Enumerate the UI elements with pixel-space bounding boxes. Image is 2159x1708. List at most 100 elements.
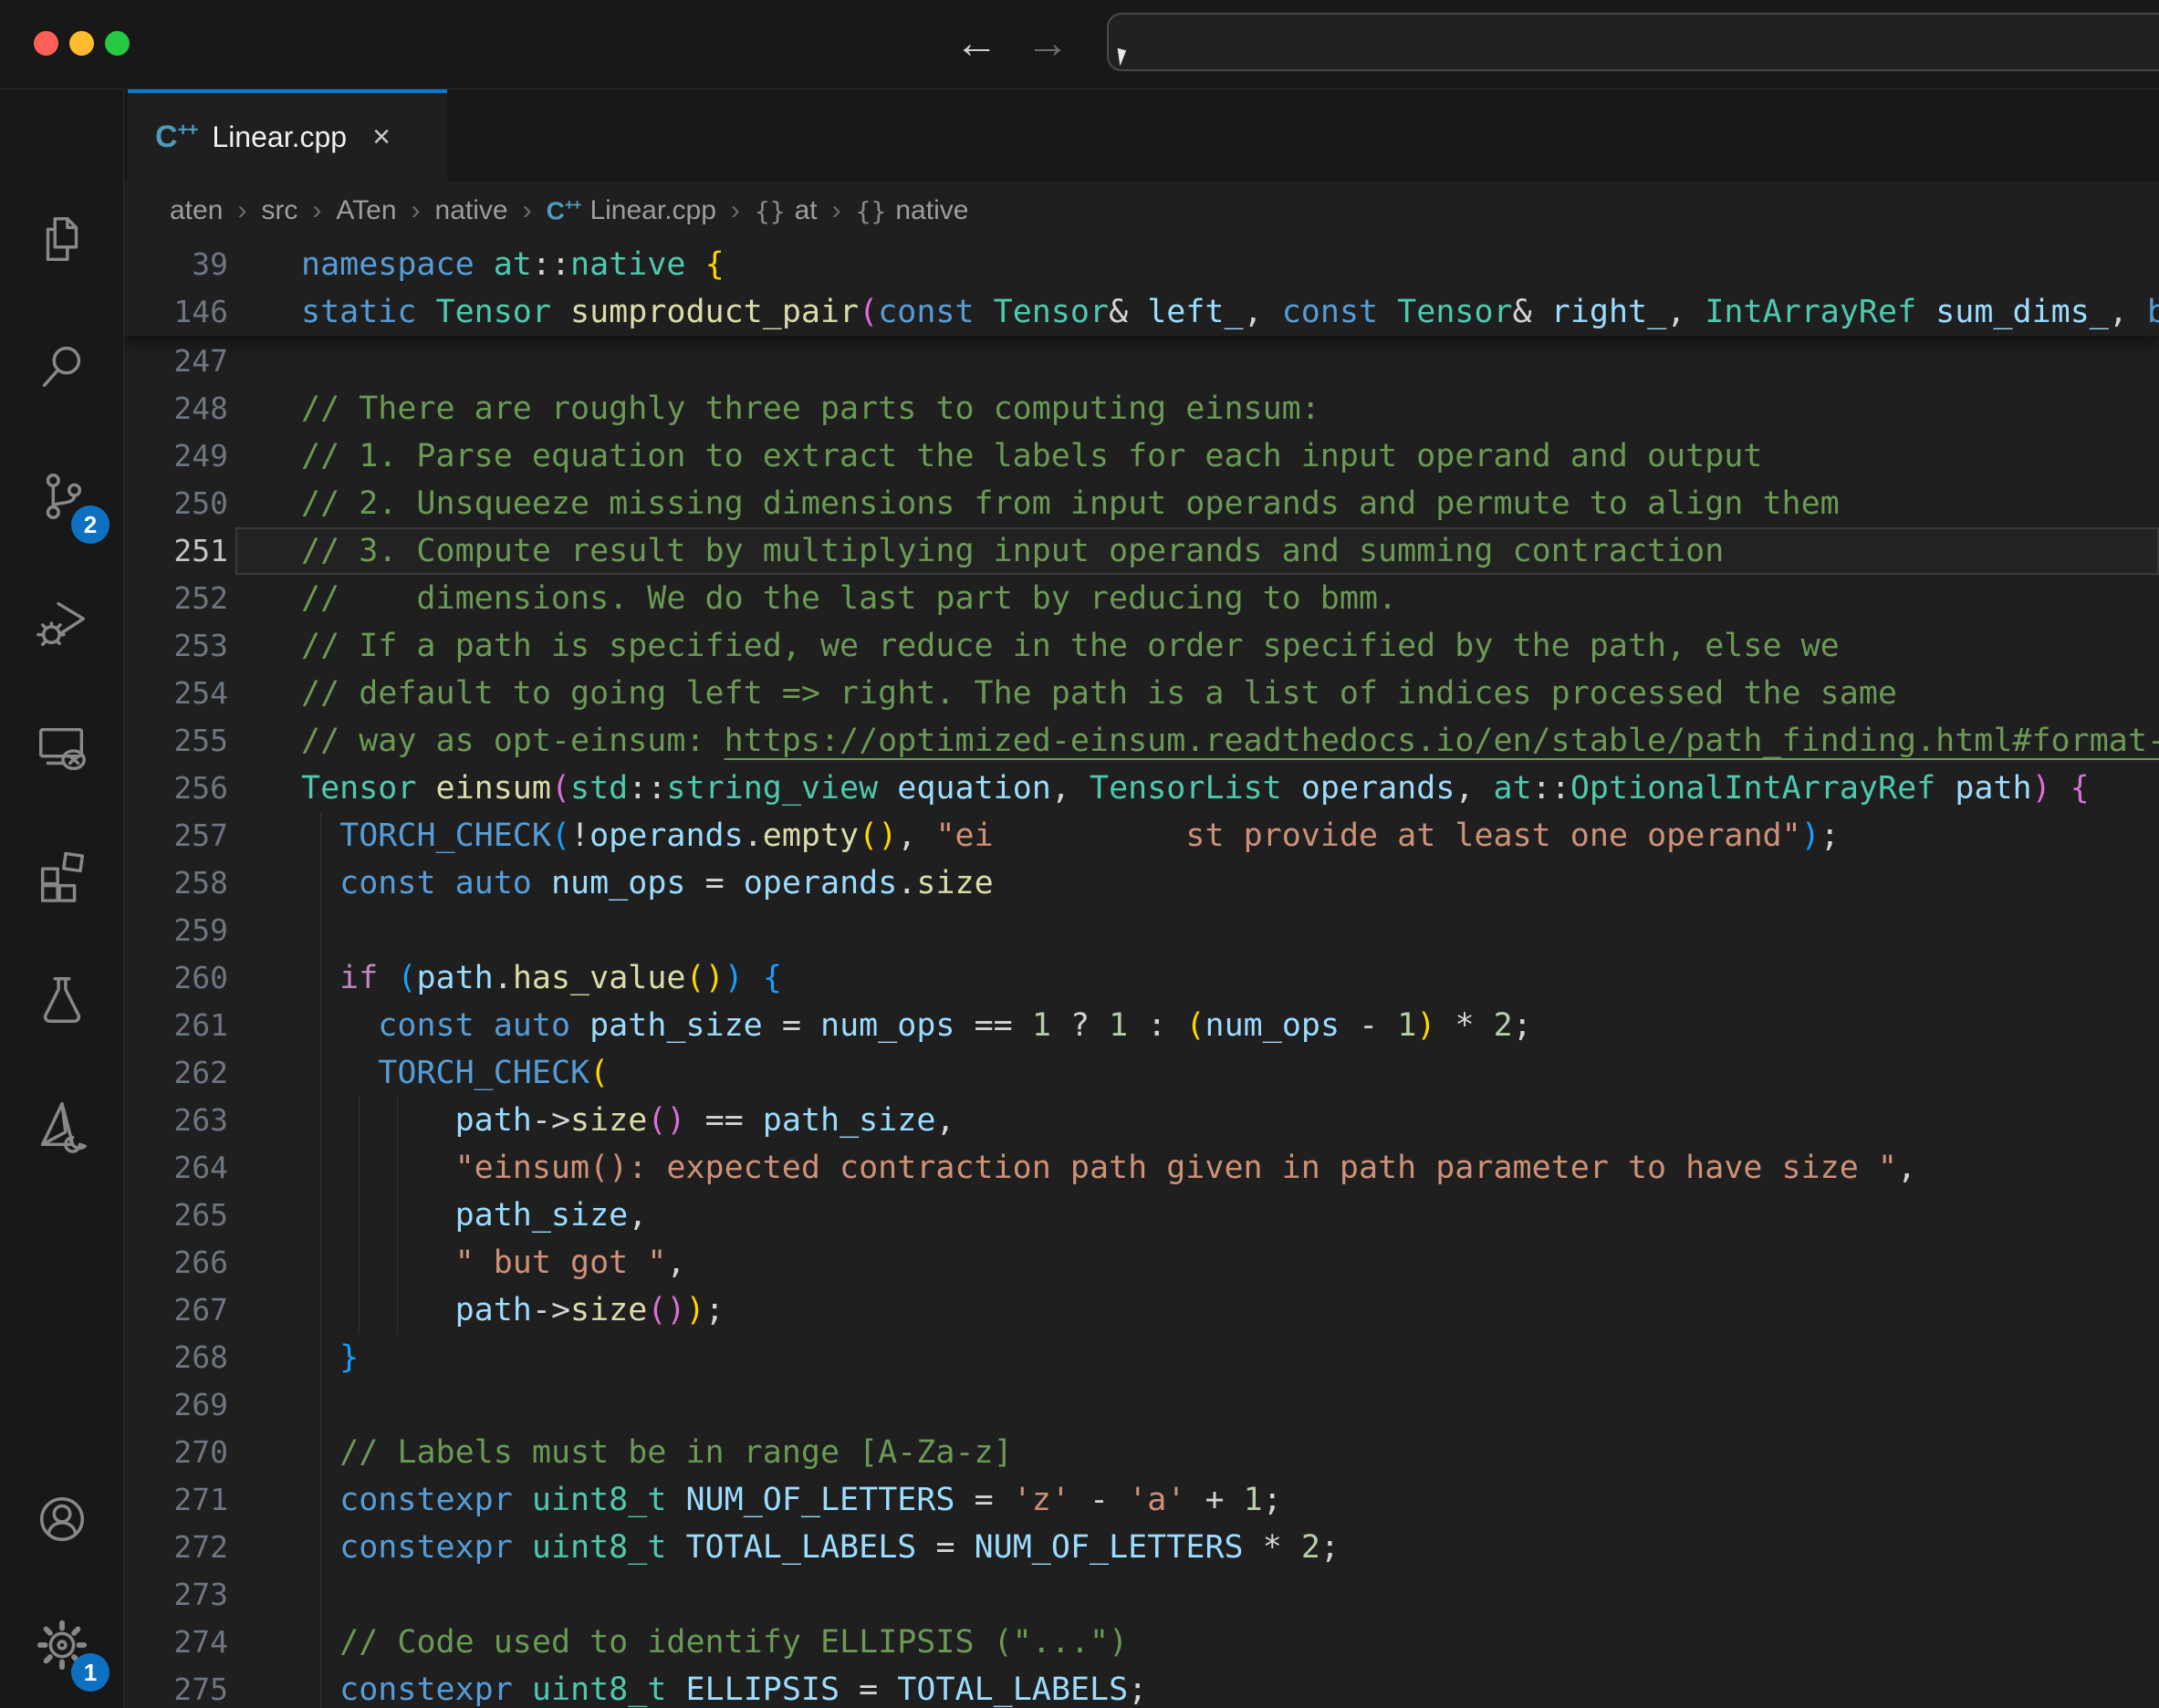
activity-cmake-icon[interactable]	[0, 1075, 124, 1175]
breadcrumb-label: at	[795, 195, 818, 226]
code-line[interactable]: 264 "einsum(): expected contraction path…	[124, 1144, 2159, 1192]
code-line[interactable]: 262 TORCH_CHECK(	[124, 1049, 2159, 1097]
code-text: constexpr uint8_t NUM_OF_LETTERS = 'z' -…	[228, 1476, 2159, 1524]
code-line[interactable]: 272 constexpr uint8_t TOTAL_LABELS = NUM…	[124, 1524, 2159, 1571]
extensions-icon	[34, 846, 90, 902]
code-line[interactable]: 39namespace at::native {	[124, 241, 2159, 288]
indent-guide	[320, 1144, 321, 1192]
code-line[interactable]: 256Tensor einsum(std::string_view equati…	[124, 765, 2159, 812]
indent-guide	[320, 954, 321, 1002]
indent-guide	[320, 907, 321, 954]
code-line[interactable]: 267 path->size());	[124, 1286, 2159, 1334]
code-text	[228, 338, 2159, 385]
breadcrumb-item-aten[interactable]: ATen	[336, 195, 396, 226]
code-text: namespace at::native {	[228, 241, 2159, 288]
indent-guide	[320, 1381, 321, 1429]
line-number: 258	[124, 859, 228, 907]
indent-guide	[320, 1476, 321, 1524]
breadcrumb-item-at[interactable]: {}at	[755, 195, 818, 226]
activity-settings-gear-icon[interactable]: 1	[0, 1595, 124, 1695]
indent-guide	[397, 1239, 398, 1286]
symbol-namespace-icon: {}	[856, 196, 887, 226]
tab-label: Linear.cpp	[212, 120, 347, 154]
tab-linear-cpp[interactable]: C++ Linear.cpp ×	[128, 89, 447, 182]
breadcrumb-separator-icon: ›	[237, 195, 246, 226]
code-text: if (path.has_value()) {	[228, 954, 2159, 1002]
code-text: const auto num_ops = operands.size	[228, 859, 2159, 907]
activity-search-icon[interactable]	[0, 316, 124, 416]
code-line[interactable]: 247	[124, 338, 2159, 385]
code-line[interactable]: 258 const auto num_ops = operands.size	[124, 859, 2159, 907]
navigate-forward-icon[interactable]: →	[1020, 16, 1075, 71]
code-line[interactable]: 265 path_size,	[124, 1192, 2159, 1239]
code-line[interactable]: 252// dimensions. We do the last part by…	[124, 575, 2159, 622]
command-center-search-input[interactable]	[1107, 13, 2159, 71]
line-number: 274	[124, 1619, 228, 1666]
code-text: static Tensor sumproduct_pair(const Tens…	[228, 288, 2159, 336]
code-line[interactable]: 261 const auto path_size = num_ops == 1 …	[124, 1002, 2159, 1049]
activity-remote-explorer-icon[interactable]	[0, 699, 124, 799]
breadcrumb-item-native[interactable]: {} native	[856, 195, 969, 226]
zoom-window-button[interactable]	[105, 31, 130, 56]
code-line[interactable]: 260 if (path.has_value()) {	[124, 954, 2159, 1002]
breadcrumb-item-native[interactable]: native	[435, 195, 508, 226]
testing-icon	[34, 972, 90, 1028]
code-line[interactable]: 248// There are roughly three parts to c…	[124, 385, 2159, 432]
activity-explorer-icon[interactable]	[0, 190, 124, 290]
code-text: TORCH_CHECK(	[228, 1049, 2159, 1097]
minimize-window-button[interactable]	[69, 31, 94, 56]
breadcrumb-item-src[interactable]: src	[261, 195, 297, 226]
code-text: // dimensions. We do the last part by re…	[228, 575, 2159, 622]
code-line[interactable]: 263 path->size() == path_size,	[124, 1097, 2159, 1144]
breadcrumb-item-aten[interactable]: aten	[170, 195, 223, 226]
activity-run-debug-icon[interactable]	[0, 573, 124, 673]
code-line[interactable]: 271 constexpr uint8_t NUM_OF_LETTERS = '…	[124, 1476, 2159, 1524]
code-text	[228, 1571, 2159, 1619]
line-number: 267	[124, 1286, 228, 1334]
line-number: 146	[124, 288, 228, 336]
code-line[interactable]: 269	[124, 1381, 2159, 1429]
navigate-back-icon[interactable]: ←	[949, 16, 1004, 71]
activity-extensions-icon[interactable]	[0, 824, 124, 924]
breadcrumb-separator-icon: ›	[312, 195, 321, 226]
breadcrumb-label: native	[895, 195, 968, 226]
code-text: }	[228, 1334, 2159, 1381]
close-window-button[interactable]	[34, 31, 58, 56]
indent-guide	[397, 1144, 398, 1192]
line-number: 248	[124, 385, 228, 432]
code-line[interactable]: 255// way as opt-einsum: https://optimiz…	[124, 717, 2159, 765]
code-text: // 2. Unsqueeze missing dimensions from …	[228, 480, 2159, 527]
breadcrumb-item-linear-cpp[interactable]: C++Linear.cpp	[547, 195, 716, 226]
line-number: 251	[124, 527, 228, 575]
activity-source-control-icon[interactable]: 2	[0, 447, 124, 547]
code-line[interactable]: 270 // Labels must be in range [A-Za-z]	[124, 1429, 2159, 1476]
tab-bar: C++ Linear.cpp ×	[124, 89, 2159, 182]
code-text: const auto path_size = num_ops == 1 ? 1 …	[228, 1002, 2159, 1049]
remote-explorer-icon	[34, 721, 90, 777]
activity-testing-icon[interactable]	[0, 950, 124, 1050]
code-line[interactable]: 268 }	[124, 1334, 2159, 1381]
close-tab-icon[interactable]: ×	[372, 120, 391, 155]
code-line[interactable]: 257 TORCH_CHECK(!operands.empty(), "eins…	[124, 812, 2159, 859]
code-line[interactable]: 251// 3. Compute result by multiplying i…	[124, 527, 2159, 575]
code-line[interactable]: 250// 2. Unsqueeze missing dimensions fr…	[124, 480, 2159, 527]
line-number: 269	[124, 1381, 228, 1429]
breadcrumb-separator-icon: ›	[523, 195, 532, 226]
code-line[interactable]: 266 " but got ",	[124, 1239, 2159, 1286]
code-text: path->size());	[228, 1286, 2159, 1334]
editor-area[interactable]: aten›src›ATen›native›C++Linear.cpp›{}at›…	[124, 182, 2159, 1708]
cpp-file-icon: C++	[547, 196, 581, 225]
indent-guide	[320, 1429, 321, 1476]
indent-guide	[320, 1097, 321, 1144]
code-line[interactable]: 275 constexpr uint8_t ELLIPSIS = TOTAL_L…	[124, 1666, 2159, 1708]
code-line[interactable]: 274 // Code used to identify ELLIPSIS ("…	[124, 1619, 2159, 1666]
code-line[interactable]: 254// default to going left => right. Th…	[124, 670, 2159, 717]
code-line[interactable]: 253// If a path is specified, we reduce …	[124, 622, 2159, 670]
code-line[interactable]: 259	[124, 907, 2159, 954]
code-line[interactable]: 273	[124, 1571, 2159, 1619]
run-debug-icon	[34, 595, 90, 651]
code-line[interactable]: 249// 1. Parse equation to extract the l…	[124, 432, 2159, 480]
indent-guide	[359, 1239, 360, 1286]
activity-account-icon[interactable]	[0, 1469, 124, 1569]
code-line[interactable]: 146static Tensor sumproduct_pair(const T…	[124, 288, 2159, 336]
